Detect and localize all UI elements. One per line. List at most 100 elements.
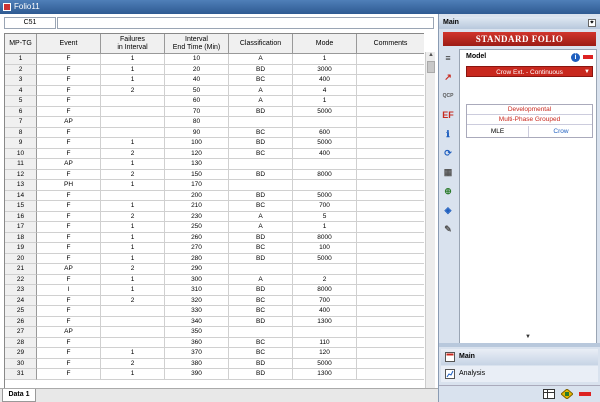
cell-event[interactable]: F xyxy=(37,232,101,243)
row-number[interactable]: 27 xyxy=(5,327,37,338)
cell-failures[interactable]: 1 xyxy=(101,348,165,359)
plot-tool-icon[interactable]: ↗ xyxy=(441,70,455,84)
row-number[interactable]: 13 xyxy=(5,180,37,191)
cell-event[interactable]: F xyxy=(37,243,101,254)
setting-model-crow[interactable]: Crow xyxy=(530,126,592,137)
column-header-event[interactable]: Event xyxy=(37,34,101,54)
cell-classification[interactable]: BD xyxy=(229,190,293,201)
cell-event[interactable]: PH xyxy=(37,180,101,191)
cell-comments[interactable] xyxy=(357,243,424,254)
row-number[interactable]: 30 xyxy=(5,358,37,369)
cell-end-time[interactable]: 360 xyxy=(165,337,229,348)
cell-mode[interactable]: 700 xyxy=(293,201,357,212)
cell-comments[interactable] xyxy=(357,170,424,180)
row-number[interactable]: 3 xyxy=(5,75,37,86)
row-number[interactable]: 25 xyxy=(5,306,37,317)
column-header-comments[interactable]: Comments xyxy=(357,34,424,54)
cell-failures[interactable]: 2 xyxy=(101,169,165,180)
cell-end-time[interactable]: 280 xyxy=(165,253,229,264)
scroll-up-icon[interactable]: ▲ xyxy=(427,52,435,60)
row-number[interactable]: 26 xyxy=(5,316,37,327)
row-number[interactable]: 21 xyxy=(5,264,37,275)
cell-edit-input[interactable] xyxy=(57,17,434,29)
cell-classification[interactable] xyxy=(229,264,293,275)
cell-comments[interactable] xyxy=(357,138,424,149)
row-number[interactable]: 20 xyxy=(5,253,37,264)
cell-event[interactable]: AP xyxy=(37,159,101,170)
cell-mode[interactable]: 120 xyxy=(293,348,357,359)
cell-classification[interactable] xyxy=(229,180,293,191)
cell-failures[interactable] xyxy=(101,106,165,117)
cell-comments[interactable] xyxy=(357,264,424,275)
cell-mode[interactable]: 5000 xyxy=(293,190,357,201)
cell-comments[interactable] xyxy=(357,107,424,117)
cell-mode[interactable]: 5000 xyxy=(293,253,357,264)
cell-classification[interactable]: BC xyxy=(229,306,293,317)
cell-mode[interactable]: 5000 xyxy=(293,138,357,149)
cell-event[interactable]: F xyxy=(37,295,101,306)
cell-comments[interactable] xyxy=(357,86,424,96)
close-panel-icon[interactable] xyxy=(579,389,591,399)
cell-end-time[interactable]: 270 xyxy=(165,243,229,254)
cell-failures[interactable]: 1 xyxy=(101,201,165,212)
cell-failures[interactable]: 1 xyxy=(101,75,165,86)
cell-end-time[interactable]: 210 xyxy=(165,201,229,212)
cell-failures[interactable]: 1 xyxy=(101,180,165,191)
cell-mode[interactable]: 5 xyxy=(293,211,357,222)
cell-mode[interactable]: 8000 xyxy=(293,232,357,243)
model-dropdown[interactable]: Crow Ext. - Continuous ▼ xyxy=(466,66,593,77)
minimize-icon[interactable] xyxy=(583,55,593,59)
cell-failures[interactable]: 2 xyxy=(101,264,165,275)
row-number[interactable]: 29 xyxy=(5,348,37,359)
cell-event[interactable]: F xyxy=(37,148,101,159)
cell-failures[interactable]: 1 xyxy=(101,369,165,380)
column-header-classification[interactable]: Classification xyxy=(229,34,293,54)
cell-mode[interactable]: 8000 xyxy=(293,169,357,180)
setting-method-mle[interactable]: MLE xyxy=(467,126,529,137)
cell-event[interactable]: I xyxy=(37,285,101,296)
cell-event[interactable]: F xyxy=(37,190,101,201)
report-icon[interactable]: ℹ xyxy=(441,127,455,141)
cell-classification[interactable]: A xyxy=(229,222,293,233)
cell-end-time[interactable]: 60 xyxy=(165,96,229,107)
collapse-arrow-icon[interactable]: ▼ xyxy=(459,334,597,342)
cell-classification[interactable]: BC xyxy=(229,148,293,159)
cell-event[interactable]: F xyxy=(37,96,101,107)
row-number[interactable]: 19 xyxy=(5,243,37,254)
cell-event[interactable]: F xyxy=(37,64,101,75)
qcp-icon[interactable]: QCP xyxy=(441,89,455,103)
cell-mode[interactable]: 400 xyxy=(293,75,357,86)
cell-failures[interactable]: 1 xyxy=(101,54,165,65)
cell-mode[interactable]: 2 xyxy=(293,274,357,285)
cell-end-time[interactable]: 310 xyxy=(165,285,229,296)
cell-comments[interactable] xyxy=(357,359,424,369)
cell-comments[interactable] xyxy=(357,96,424,107)
cell-failures[interactable]: 1 xyxy=(101,138,165,149)
cell-failures[interactable]: 2 xyxy=(101,148,165,159)
cell-event[interactable]: F xyxy=(37,138,101,149)
ef-icon[interactable]: EF xyxy=(441,108,455,122)
cell-comments[interactable] xyxy=(357,191,424,201)
cell-end-time[interactable]: 150 xyxy=(165,169,229,180)
cell-event[interactable]: F xyxy=(37,211,101,222)
cell-comments[interactable] xyxy=(357,65,424,75)
diamond-tool-icon[interactable] xyxy=(561,389,573,399)
row-number[interactable]: 17 xyxy=(5,222,37,233)
cell-end-time[interactable]: 80 xyxy=(165,117,229,128)
cell-comments[interactable] xyxy=(357,75,424,86)
cell-mode[interactable] xyxy=(293,327,357,338)
cell-mode[interactable]: 5000 xyxy=(293,106,357,117)
cell-mode[interactable]: 110 xyxy=(293,337,357,348)
cell-end-time[interactable]: 340 xyxy=(165,316,229,327)
table-icon[interactable]: ▦ xyxy=(441,165,455,179)
cell-failures[interactable] xyxy=(101,117,165,128)
cell-event[interactable]: F xyxy=(37,201,101,212)
cell-event[interactable]: F xyxy=(37,75,101,86)
cell-end-time[interactable]: 70 xyxy=(165,106,229,117)
cell-comments[interactable] xyxy=(357,149,424,159)
cell-failures[interactable]: 1 xyxy=(101,285,165,296)
row-number[interactable]: 22 xyxy=(5,274,37,285)
cell-classification[interactable]: BC xyxy=(229,75,293,86)
cell-end-time[interactable]: 170 xyxy=(165,180,229,191)
cell-failures[interactable] xyxy=(101,337,165,348)
